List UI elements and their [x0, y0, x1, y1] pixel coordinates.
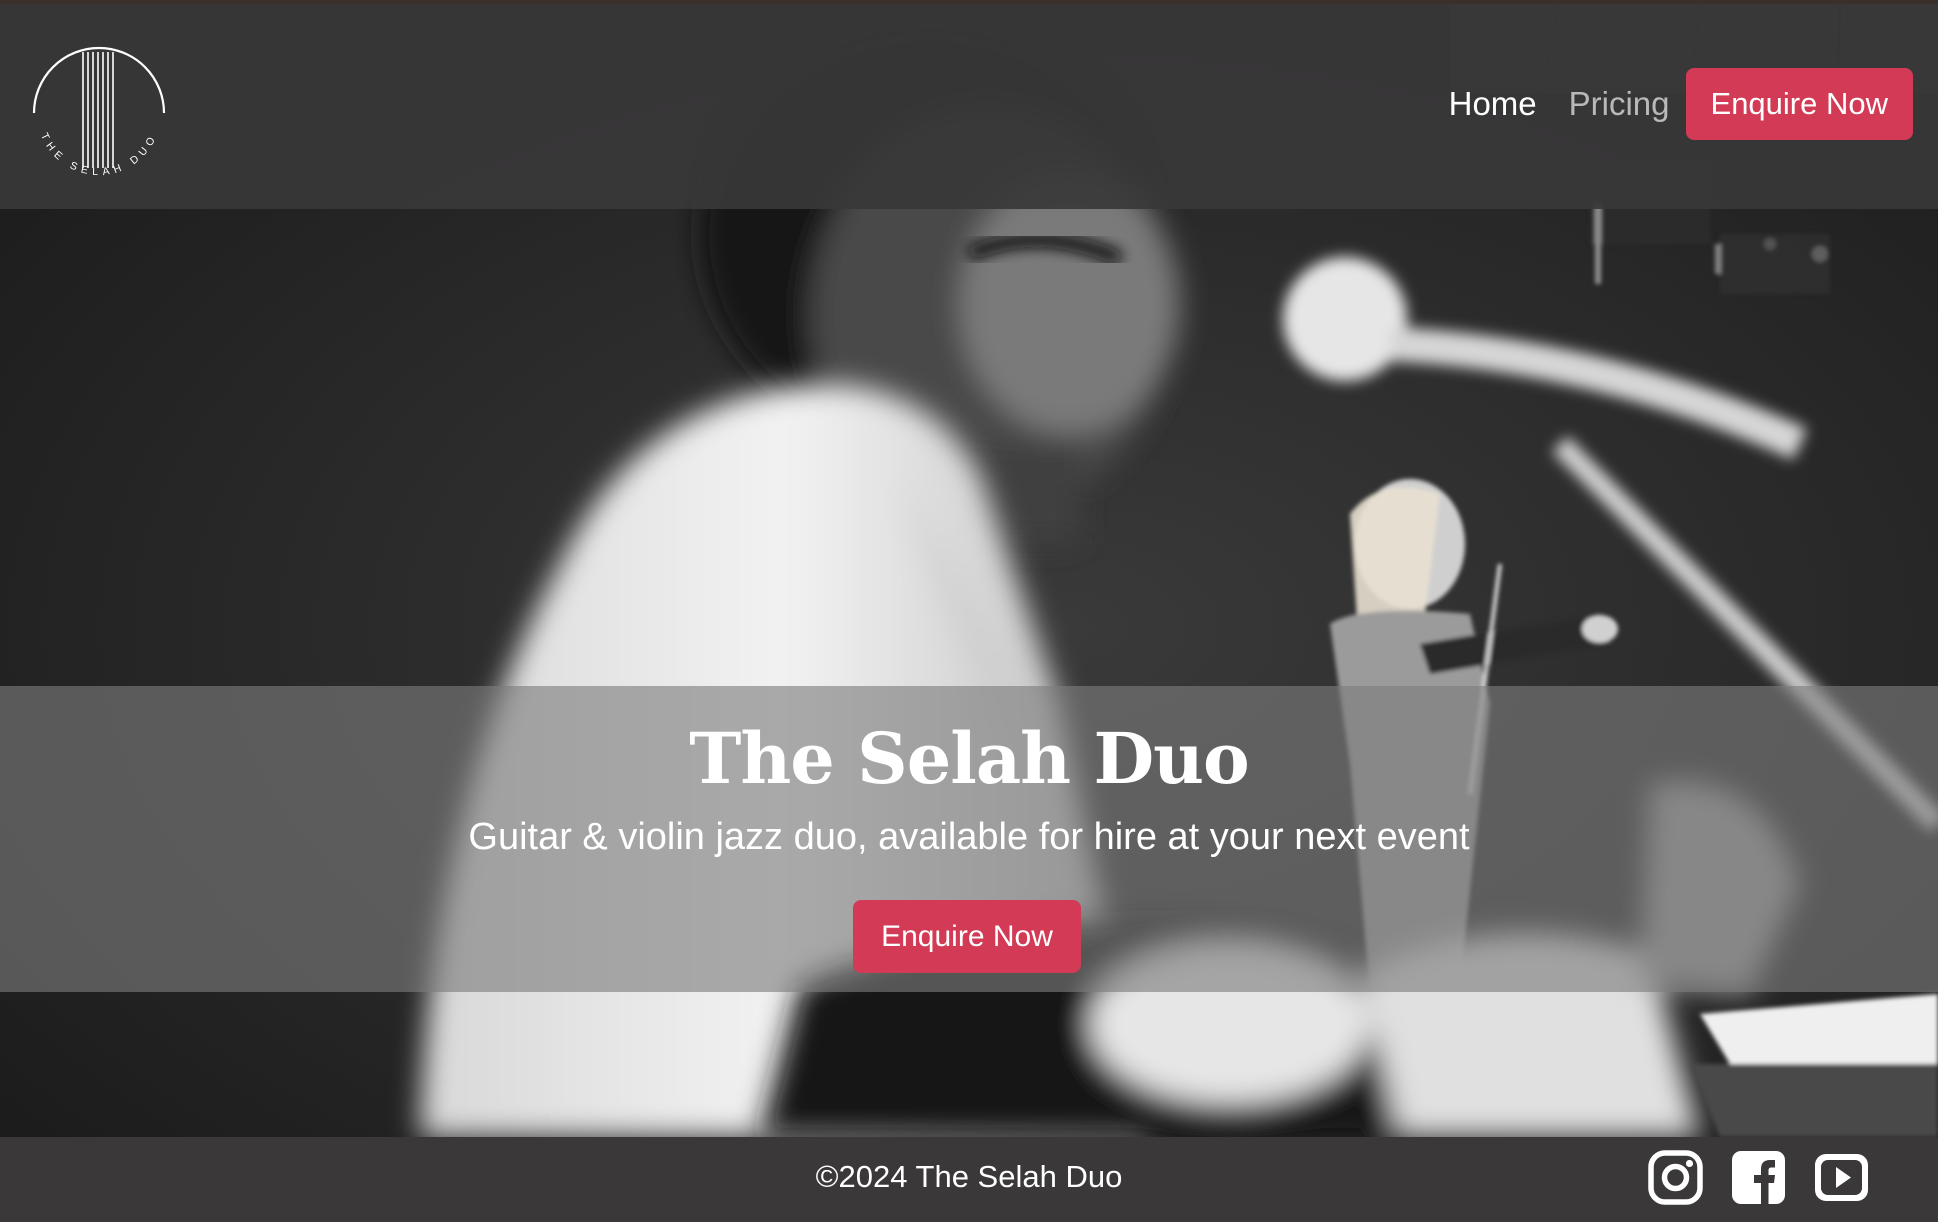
selah-duo-logo[interactable]: THE SELAH DUO	[24, 38, 174, 188]
hero-subtitle: Guitar & violin jazz duo, available for …	[468, 816, 1470, 858]
page: THE SELAH DUO Home Pricing Enquire Now T…	[0, 0, 1938, 1222]
footer: ©2024 The Selah Duo	[0, 1137, 1938, 1222]
nav-pricing-link[interactable]: Pricing	[1569, 84, 1670, 124]
youtube-icon[interactable]	[1814, 1150, 1869, 1205]
main-nav: Home Pricing Enquire Now	[1449, 68, 1913, 140]
logo-text: THE SELAH DUO	[38, 131, 155, 178]
hero-enquire-button[interactable]: Enquire Now	[853, 900, 1081, 973]
svg-text:THE SELAH DUO: THE SELAH DUO	[38, 131, 160, 178]
instagram-icon[interactable]	[1648, 1150, 1703, 1205]
social-links	[1648, 1150, 1869, 1205]
nav-enquire-button[interactable]: Enquire Now	[1685, 68, 1913, 140]
hero-title: The Selah Duo	[689, 717, 1249, 800]
nav-home-link[interactable]: Home	[1449, 84, 1537, 124]
facebook-icon[interactable]	[1731, 1150, 1786, 1205]
hero-section: THE SELAH DUO Home Pricing Enquire Now T…	[0, 4, 1938, 1137]
